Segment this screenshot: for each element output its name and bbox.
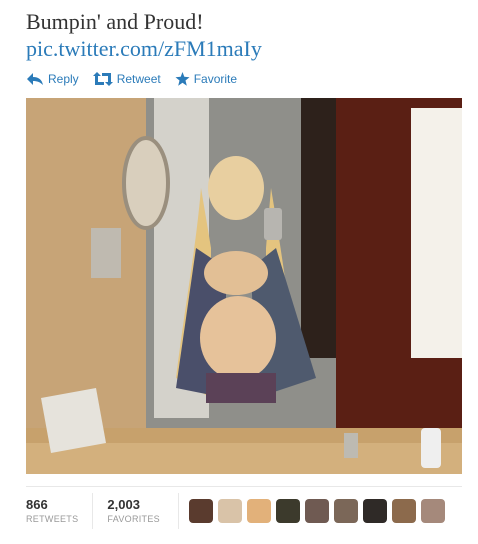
avatar[interactable]: [188, 498, 213, 523]
photo-illustration: [26, 98, 462, 474]
tweet-photo[interactable]: [26, 98, 462, 474]
retweet-icon: [92, 72, 113, 86]
retweets-stat[interactable]: 866 RETWEETS: [26, 493, 92, 529]
retweet-button[interactable]: Retweet: [92, 72, 161, 86]
tweet-photo-link[interactable]: pic.twitter.com/zFM1maIy: [26, 35, 466, 62]
tweet-message: Bumpin' and Proud!: [26, 9, 204, 34]
avatar[interactable]: [333, 498, 358, 523]
favorites-stat[interactable]: 2,003 FAVORITES: [92, 492, 174, 529]
favorites-label: FAVORITES: [107, 513, 160, 524]
avatar[interactable]: [420, 498, 445, 523]
favorite-button[interactable]: Favorite: [175, 72, 237, 86]
tweet-text: Bumpin' and Proud! pic.twitter.com/zFM1m…: [26, 8, 466, 62]
reply-button[interactable]: Reply: [26, 72, 79, 86]
avatar-list: [177, 492, 450, 529]
reply-icon: [27, 73, 43, 85]
avatar[interactable]: [246, 498, 271, 523]
tweet-actions: Reply Retweet Favorite: [26, 69, 251, 89]
avatar[interactable]: [304, 498, 329, 523]
star-icon: [175, 72, 190, 86]
retweets-label: RETWEETS: [26, 513, 79, 524]
avatar[interactable]: [391, 498, 416, 523]
retweet-label: Retweet: [116, 72, 161, 86]
favorites-count: 2,003: [107, 496, 140, 512]
avatar[interactable]: [362, 498, 387, 523]
tweet-stats: 866 RETWEETS 2,003 FAVORITES: [26, 486, 462, 534]
retweets-count: 866: [26, 496, 48, 512]
avatar[interactable]: [275, 498, 300, 523]
reply-label: Reply: [48, 72, 79, 86]
favorite-label: Favorite: [193, 72, 238, 86]
avatar[interactable]: [217, 498, 242, 523]
